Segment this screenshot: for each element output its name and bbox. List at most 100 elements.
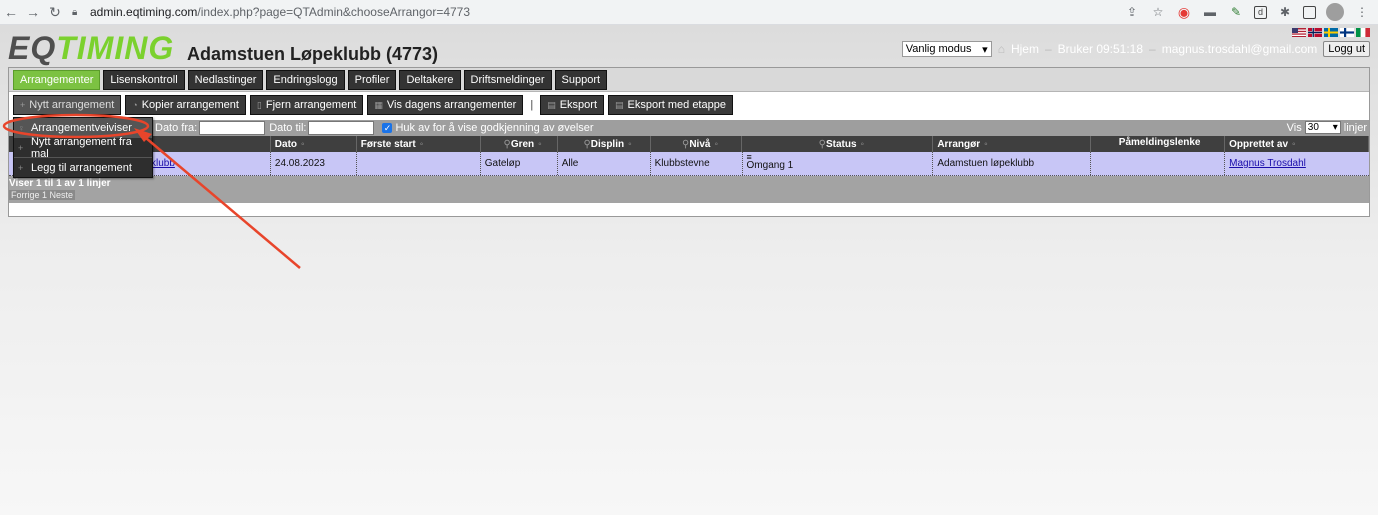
chevron-down-icon: ▾ <box>982 43 988 56</box>
share-icon[interactable]: ⇪ <box>1124 4 1140 20</box>
menu-item-add-event[interactable]: + Legg til arrangement <box>14 158 152 177</box>
browser-toolbar: ← → ↻ 🔒︎ admin.eqtiming.com/index.php?pa… <box>0 0 1378 25</box>
filter-icon: ⚲ <box>681 138 690 150</box>
approval-checkbox[interactable]: ✓ <box>382 123 393 133</box>
user-email[interactable]: magnus.trosdahl@gmail.com <box>1162 42 1318 56</box>
back-icon[interactable]: ← <box>0 4 22 20</box>
logo-part-eq: EQ <box>8 30 57 66</box>
cell-pameldingslenke <box>1091 152 1226 175</box>
filter-icon: ⚲ <box>503 138 511 150</box>
plus-icon: + <box>18 162 24 173</box>
profile-avatar[interactable] <box>1326 3 1344 21</box>
user-topbar: Vanlig modus ▾ ⌂ Hjem – Bruker 09:51:18 –… <box>901 41 1370 57</box>
new-event-button[interactable]: + Nytt arrangement <box>13 95 122 115</box>
language-flags <box>1292 28 1370 37</box>
todays-events-button[interactable]: ▦ Vis dagens arrangementer <box>367 95 524 115</box>
tab-endringslogg[interactable]: Endringslogg <box>266 69 345 90</box>
copy-icon: ◔ <box>132 100 138 110</box>
col-forste-start[interactable]: Første start ◦ <box>357 136 481 152</box>
rows-per-page-select[interactable]: 30 ▾ <box>1304 121 1341 134</box>
col-displin-label: Displin <box>590 138 625 150</box>
extension-chat-icon[interactable]: ▬ <box>1202 4 1218 20</box>
status-text: Omgang 1 <box>746 160 794 171</box>
copy-event-button[interactable]: ◔ Kopier arrangement <box>125 95 246 115</box>
col-dato[interactable]: Dato ◦ <box>271 136 357 152</box>
reload-icon[interactable]: ↻ <box>44 4 66 21</box>
table-row[interactable]: klubb 24.08.2023 Gateløp Alle Klubbstevn… <box>9 152 1369 176</box>
approval-label: Huk av for å vise godkjenning av øvelser <box>395 122 594 134</box>
creator-link[interactable]: Magnus Trosdahl <box>1229 158 1306 169</box>
cell-opprettet-av: Magnus Trosdahl <box>1225 152 1369 175</box>
col-gren[interactable]: ⚲ Gren ◦ <box>481 136 558 152</box>
sort-icon: ◦ <box>714 138 718 150</box>
logo-part-timing: TIMING <box>56 30 175 66</box>
url-host: admin.eqtiming.com <box>90 5 198 19</box>
filter-bar: Dato fra: Dato til: ✓ Huk av for å vise … <box>9 120 1369 136</box>
flag-norway-icon[interactable] <box>1308 28 1322 37</box>
menu-item-from-template[interactable]: + Nytt arrangement fra mal <box>14 136 152 160</box>
tab-profiler[interactable]: Profiler <box>347 69 397 90</box>
col-displin[interactable]: ⚲ Displin ◦ <box>558 136 651 152</box>
filter-icon: ⚲ <box>583 138 591 150</box>
bookmark-star-icon[interactable]: ☆ <box>1150 4 1166 20</box>
lock-icon: 🔒︎ <box>72 6 78 18</box>
col-status-label: Status <box>825 138 857 150</box>
separator: – <box>1149 42 1156 56</box>
col-arrangor[interactable]: Arrangør ◦ <box>933 136 1092 152</box>
eqtiming-logo[interactable]: EQTIMING <box>8 30 174 67</box>
new-event-label: Nytt arrangement <box>29 99 115 111</box>
tab-nedlastinger[interactable]: Nedlastinger <box>187 69 264 90</box>
address-bar[interactable]: 🔒︎ admin.eqtiming.com/index.php?page=QTA… <box>72 2 1122 22</box>
calendar-icon: ▦ <box>374 99 383 110</box>
flag-sweden-icon[interactable] <box>1324 28 1338 37</box>
flag-us-icon[interactable] <box>1292 28 1306 37</box>
cell-dato: 24.08.2023 <box>271 152 357 175</box>
col-gren-label: Gren <box>510 138 535 150</box>
col-forste-start-label: Første start <box>360 138 416 150</box>
menu-item-label: Arrangementveiviser <box>31 121 132 134</box>
menu-kebab-icon[interactable]: ⋮ <box>1354 4 1370 20</box>
tab-arrangementer[interactable]: Arrangementer <box>13 69 101 90</box>
date-to-label: Dato til: <box>269 122 307 134</box>
col-status[interactable]: ⚲ Status ◦ <box>742 136 934 152</box>
export-icon: ▤ <box>547 99 556 110</box>
col-niva-label: Nivå <box>689 138 711 150</box>
sort-icon: ◦ <box>628 138 632 150</box>
menu-item-label: Legg til arrangement <box>31 161 132 174</box>
event-name-link[interactable]: klubb <box>151 158 175 169</box>
extension-pen-icon[interactable]: ✎ <box>1228 4 1244 20</box>
user-info: Bruker 09:51:18 <box>1057 42 1144 56</box>
mode-select-value: Vanlig modus <box>905 43 972 55</box>
flag-italy-icon[interactable] <box>1356 28 1370 37</box>
home-icon: ⌂ <box>997 42 1005 56</box>
sidepanel-icon[interactable] <box>1303 5 1316 19</box>
col-pameldingslenke: Påmeldingslenke <box>1091 136 1226 152</box>
extensions-puzzle-icon[interactable]: ✱ <box>1277 4 1293 20</box>
menu-item-arrangementveiviser[interactable]: ♀ Arrangementveiviser <box>14 118 152 137</box>
export-button[interactable]: ▤ Eksport <box>540 95 604 115</box>
flag-finland-icon[interactable] <box>1340 28 1354 37</box>
col-niva[interactable]: ⚲ Nivå ◦ <box>651 136 743 152</box>
date-from-input[interactable] <box>199 121 266 135</box>
date-to-input[interactable] <box>308 121 375 135</box>
separator: – <box>1044 42 1052 56</box>
toolbar-separator: | <box>530 99 534 111</box>
pagination[interactable]: Forrige 1 Neste <box>9 190 76 200</box>
tab-driftsmeldinger[interactable]: Driftsmeldinger <box>463 69 552 90</box>
tab-lisenskontroll[interactable]: Lisenskontroll <box>103 69 185 90</box>
record-icon[interactable]: ◉ <box>1176 4 1192 20</box>
url-path: /index.php?page=QTAdmin&chooseArrangor=4… <box>197 5 471 19</box>
tab-support[interactable]: Support <box>554 69 608 90</box>
col-opprettet-av[interactable]: Opprettet av ◦ <box>1225 136 1369 152</box>
remove-event-button[interactable]: ▯ Fjern arrangement <box>249 95 364 115</box>
forward-icon[interactable]: → <box>22 4 44 20</box>
lines-label: linjer <box>1343 121 1367 134</box>
home-link[interactable]: Hjem <box>1011 42 1039 56</box>
tab-deltakere[interactable]: Deltakere <box>399 69 461 90</box>
logout-button[interactable]: Logg ut <box>1323 41 1370 57</box>
wizard-icon: ♀ <box>18 122 25 133</box>
extension-d-icon[interactable]: d <box>1254 5 1267 19</box>
export-stage-button[interactable]: ▤ Eksport med etappe <box>608 95 733 115</box>
cell-arrangor: Adamstuen løpeklubb <box>933 152 1092 175</box>
mode-select[interactable]: Vanlig modus ▾ <box>901 41 992 57</box>
